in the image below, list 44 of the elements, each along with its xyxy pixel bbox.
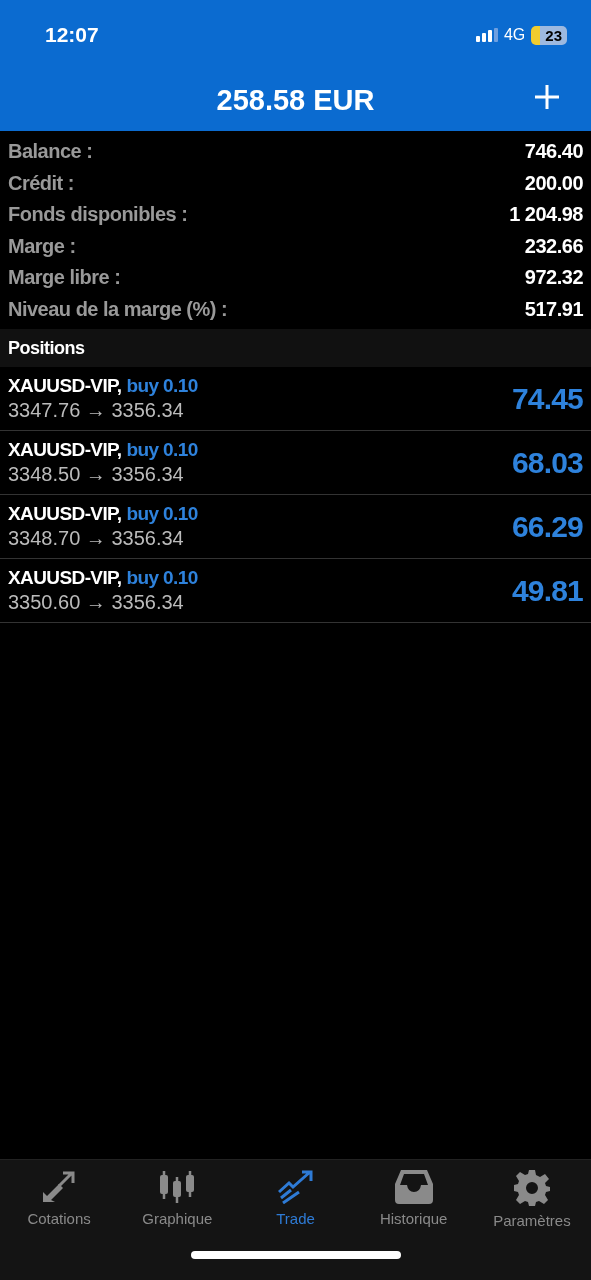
- signal-icon: [475, 28, 498, 42]
- summary-value: 972.32: [524, 266, 583, 290]
- tab[interactable]: Cotations: [0, 1160, 119, 1229]
- position-symbol: XAUUSD-VIP,: [8, 567, 122, 589]
- summary-value: 200.00: [524, 171, 583, 195]
- status-time: 12:07: [45, 23, 99, 47]
- position-profit: 68.03: [511, 445, 583, 480]
- summary-value: 232.66: [524, 234, 583, 258]
- tab[interactable]: Trade: [236, 1160, 355, 1229]
- position-order: buy 0.10: [126, 503, 198, 525]
- tab[interactable]: Graphique: [118, 1160, 237, 1229]
- candlestick-icon: [158, 1170, 197, 1204]
- summary-value: 517.91: [524, 297, 583, 321]
- section-title: Positions: [8, 337, 85, 359]
- battery-indicator: 23: [531, 25, 567, 45]
- tab[interactable]: Historique: [354, 1160, 473, 1229]
- position-prices: 3350.60 → 3356.34: [8, 591, 185, 614]
- position-prices: 3347.76 → 3356.34: [8, 399, 185, 422]
- position-profit: 74.45: [511, 381, 583, 416]
- summary-label: Niveau de la marge (%) :: [8, 297, 228, 321]
- position-order: buy 0.10: [126, 375, 198, 397]
- trend-icon: [276, 1170, 315, 1204]
- summary-label: Fonds disponibles :: [8, 203, 188, 227]
- summary-label: Marge :: [8, 234, 76, 258]
- summary-value: 746.40: [524, 140, 583, 164]
- summary-label: Crédit :: [8, 171, 74, 195]
- position-order: buy 0.10: [126, 439, 198, 461]
- inbox-icon: [394, 1170, 433, 1204]
- position-order: buy 0.10: [126, 567, 198, 589]
- summary-label: Marge libre :: [8, 266, 121, 290]
- add-icon[interactable]: [534, 84, 560, 110]
- position-profit: 66.29: [511, 509, 583, 544]
- settings-icon: [513, 1170, 550, 1206]
- summary-value: 1 204.98: [509, 203, 583, 227]
- equity-title: 258.58 EUR: [216, 84, 375, 117]
- summary-label: Balance :: [8, 140, 93, 164]
- position-prices: 3348.70 → 3356.34: [8, 527, 185, 550]
- position-profit: 49.81: [511, 573, 583, 608]
- position-symbol: XAUUSD-VIP,: [8, 439, 122, 461]
- tab[interactable]: Paramètres: [472, 1160, 591, 1229]
- position-symbol: XAUUSD-VIP,: [8, 375, 122, 397]
- position-prices: 3348.50 → 3356.34: [8, 463, 185, 486]
- network-label: 4G: [503, 26, 526, 44]
- position-symbol: XAUUSD-VIP,: [8, 503, 122, 525]
